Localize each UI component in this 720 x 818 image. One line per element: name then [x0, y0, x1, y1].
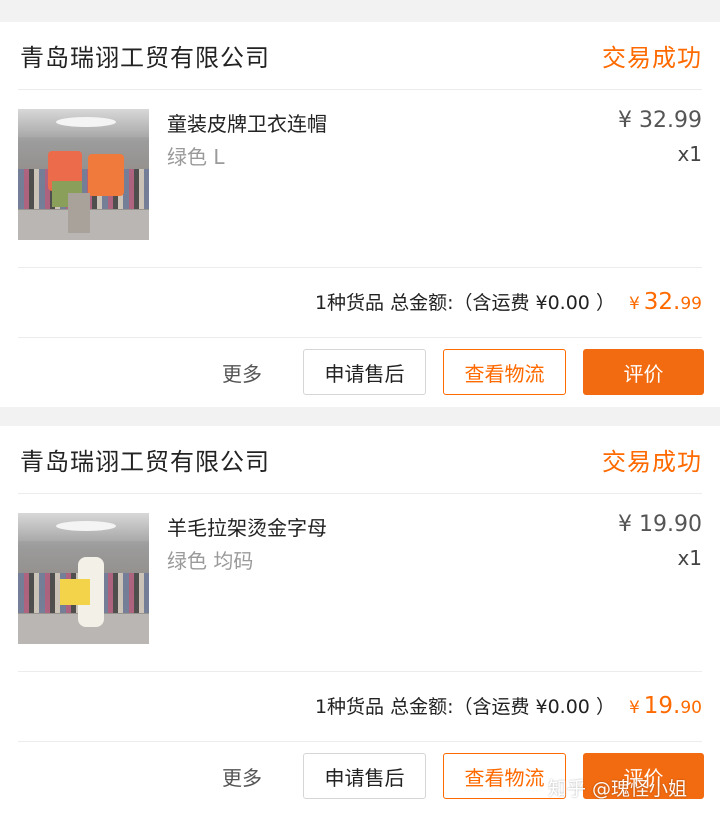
more-button[interactable]: 更多 — [222, 762, 262, 791]
shop-name[interactable]: 青岛瑞诩工贸有限公司 — [20, 38, 270, 73]
shop-header[interactable]: 青岛瑞诩工贸有限公司 交易成功 — [0, 22, 720, 88]
shop-header[interactable]: 青岛瑞诩工贸有限公司 交易成功 — [0, 426, 720, 492]
lamp — [56, 521, 116, 531]
divider — [18, 671, 702, 672]
divider — [18, 741, 702, 742]
amount-decimal: 99 — [680, 294, 702, 314]
divider — [18, 267, 702, 268]
total-label: 1种货品 总金额:（含运费 ¥0.00 ） — [314, 696, 615, 718]
order-status: 交易成功 — [602, 448, 702, 476]
currency-symbol: ¥ — [628, 294, 640, 314]
more-button[interactable]: 更多 — [222, 358, 262, 387]
after-sale-button[interactable]: 申请售后 — [303, 753, 426, 799]
shop-name[interactable]: 青岛瑞诩工贸有限公司 — [20, 442, 270, 477]
amount-integer: 19. — [643, 693, 681, 719]
lamp — [56, 117, 116, 127]
product-spec: 绿色 均码 — [167, 549, 254, 573]
shirt — [88, 154, 124, 196]
total-amount: ¥32.99 — [629, 289, 702, 315]
order-card: 青岛瑞诩工贸有限公司 交易成功 羊毛拉架烫金字母 绿色 均码 ¥ 19.90 x… — [0, 426, 720, 818]
divider — [18, 89, 702, 90]
divider — [18, 493, 702, 494]
product-quantity: x1 — [677, 142, 702, 166]
order-status: 交易成功 — [602, 44, 702, 72]
yellow-item — [60, 579, 90, 605]
order-total: 1种货品 总金额:（含运费 ¥0.00 ） ¥32.99 — [315, 288, 702, 315]
total-amount: ¥19.90 — [629, 693, 702, 719]
product-name[interactable]: 童装皮牌卫衣连帽 — [167, 108, 327, 137]
watermark: 知乎 @瑰怪小姐 — [548, 778, 688, 800]
product-quantity: x1 — [677, 546, 702, 570]
after-sale-button[interactable]: 申请售后 — [303, 349, 426, 395]
product-price: ¥ 19.90 — [618, 512, 702, 537]
product-spec: 绿色 L — [167, 145, 225, 169]
review-button[interactable]: 评价 — [583, 349, 704, 395]
amount-decimal: 90 — [680, 698, 702, 718]
order-card: 青岛瑞诩工贸有限公司 交易成功 童装皮牌卫衣连帽 绿色 L ¥ 32.99 x1… — [0, 22, 720, 407]
order-total: 1种货品 总金额:（含运费 ¥0.00 ） ¥19.90 — [315, 692, 702, 719]
currency-symbol: ¥ — [628, 698, 640, 718]
view-logistics-button[interactable]: 查看物流 — [443, 349, 566, 395]
amount-integer: 32. — [643, 289, 681, 315]
product-thumbnail[interactable] — [18, 109, 149, 240]
product-thumbnail[interactable] — [18, 513, 149, 644]
divider — [18, 337, 702, 338]
pants — [68, 193, 90, 233]
total-label: 1种货品 总金额:（含运费 ¥0.00 ） — [314, 292, 615, 314]
product-price: ¥ 32.99 — [618, 108, 702, 133]
product-name[interactable]: 羊毛拉架烫金字母 — [167, 512, 327, 541]
